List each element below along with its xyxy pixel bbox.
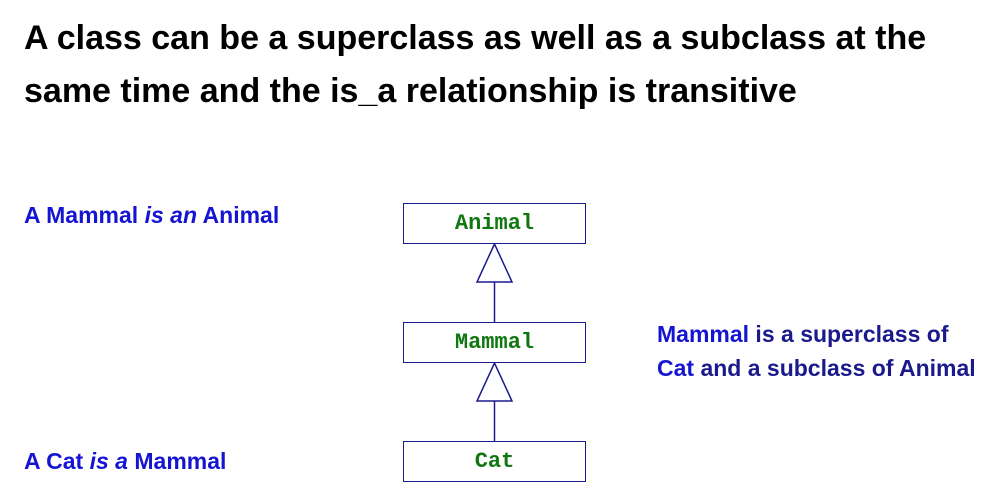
generalization-arrow-mammal xyxy=(475,361,514,402)
class-name: Animal xyxy=(454,211,535,236)
inheritance-edges xyxy=(475,242,514,441)
class-box-animal: Animal xyxy=(403,203,586,244)
class-name: Cat xyxy=(474,449,515,474)
class-name: Mammal xyxy=(454,330,535,355)
class-box-cat: Cat xyxy=(403,441,586,482)
class-box-mammal: Mammal xyxy=(403,322,586,363)
generalization-arrow-animal xyxy=(475,242,514,283)
